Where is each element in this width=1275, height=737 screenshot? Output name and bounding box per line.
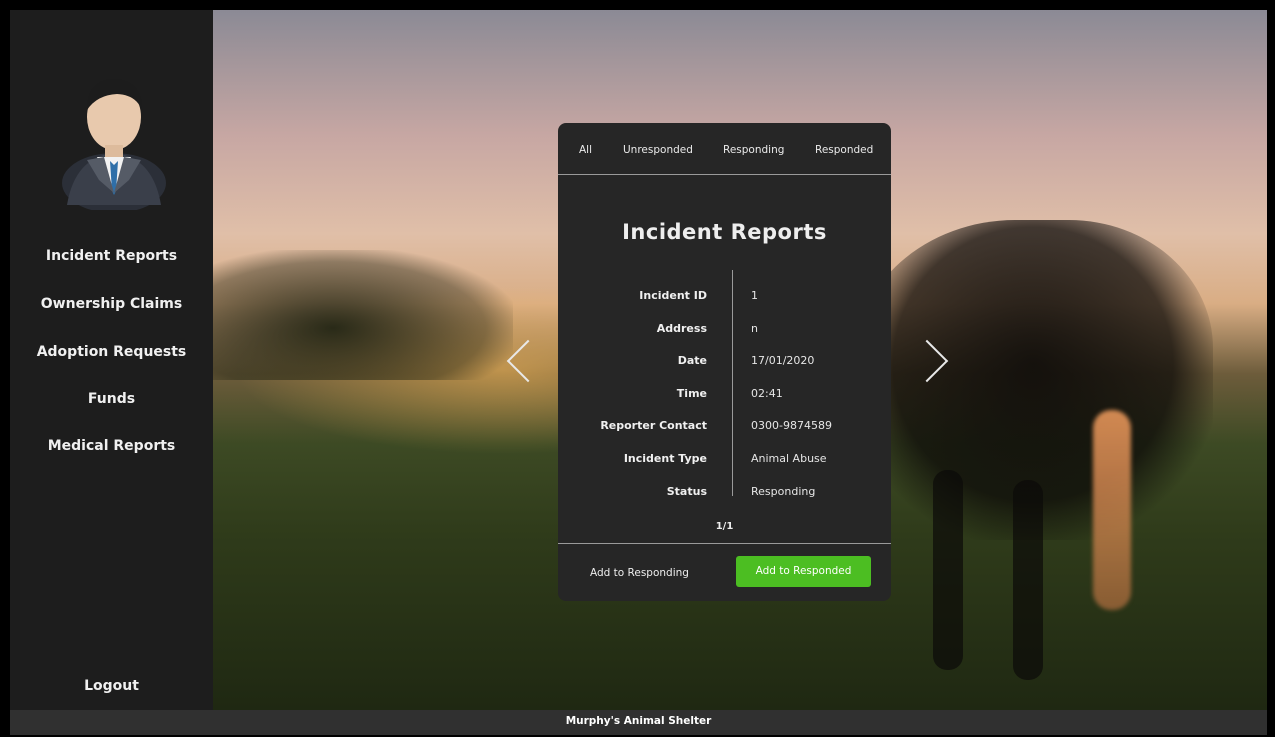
filter-tabs: All Unresponded Responding Responded xyxy=(558,123,891,175)
incident-report-card: All Unresponded Responding Responded Inc… xyxy=(558,123,891,601)
incident-id-value: 1 xyxy=(751,289,758,302)
background-horse-leg xyxy=(1013,480,1043,680)
incident-id-label: Incident ID xyxy=(639,289,707,302)
reporter-contact-value: 0300-9874589 xyxy=(751,419,832,432)
tab-unresponded[interactable]: Unresponded xyxy=(623,144,693,156)
address-label: Address xyxy=(656,322,707,335)
incident-type-label: Incident Type xyxy=(623,452,707,465)
status-value: Responding xyxy=(751,485,816,498)
sidebar-item-medical-reports[interactable]: Medical Reports xyxy=(10,438,213,454)
date-label: Date xyxy=(677,354,707,367)
background-horse-leg xyxy=(933,470,963,670)
logout-button[interactable]: Logout xyxy=(10,678,213,694)
page-indicator: 1/1 xyxy=(715,521,734,532)
actions-divider xyxy=(558,543,891,544)
sidebar: Incident Reports Ownership Claims Adopti… xyxy=(10,10,213,710)
status-label: Status xyxy=(666,485,707,498)
address-value: n xyxy=(751,322,758,335)
incident-type-value: Animal Abuse xyxy=(751,452,827,465)
time-value: 02:41 xyxy=(751,387,783,400)
background-horse-tail xyxy=(1093,410,1131,610)
card-title: Incident Reports xyxy=(622,220,827,244)
tab-responded[interactable]: Responded xyxy=(815,144,873,156)
sidebar-item-incident-reports[interactable]: Incident Reports xyxy=(10,248,213,264)
footer-title: Murphy's Animal Shelter xyxy=(10,710,1267,735)
avatar xyxy=(62,79,166,210)
add-to-responded-button[interactable]: Add to Responded xyxy=(736,556,871,587)
time-label: Time xyxy=(676,387,707,400)
tab-all[interactable]: All xyxy=(579,144,592,156)
tab-responding[interactable]: Responding xyxy=(723,144,784,156)
reporter-contact-label: Reporter Contact xyxy=(600,419,707,432)
background-trees xyxy=(213,250,513,380)
date-value: 17/01/2020 xyxy=(751,354,815,367)
sidebar-item-adoption-requests[interactable]: Adoption Requests xyxy=(10,344,213,360)
field-divider xyxy=(732,270,733,496)
add-to-responding-button[interactable]: Add to Responding xyxy=(590,567,689,579)
app-window: Incident Reports Ownership Claims Adopti… xyxy=(10,10,1267,735)
sidebar-item-ownership-claims[interactable]: Ownership Claims xyxy=(10,296,213,312)
sidebar-item-funds[interactable]: Funds xyxy=(10,391,213,407)
